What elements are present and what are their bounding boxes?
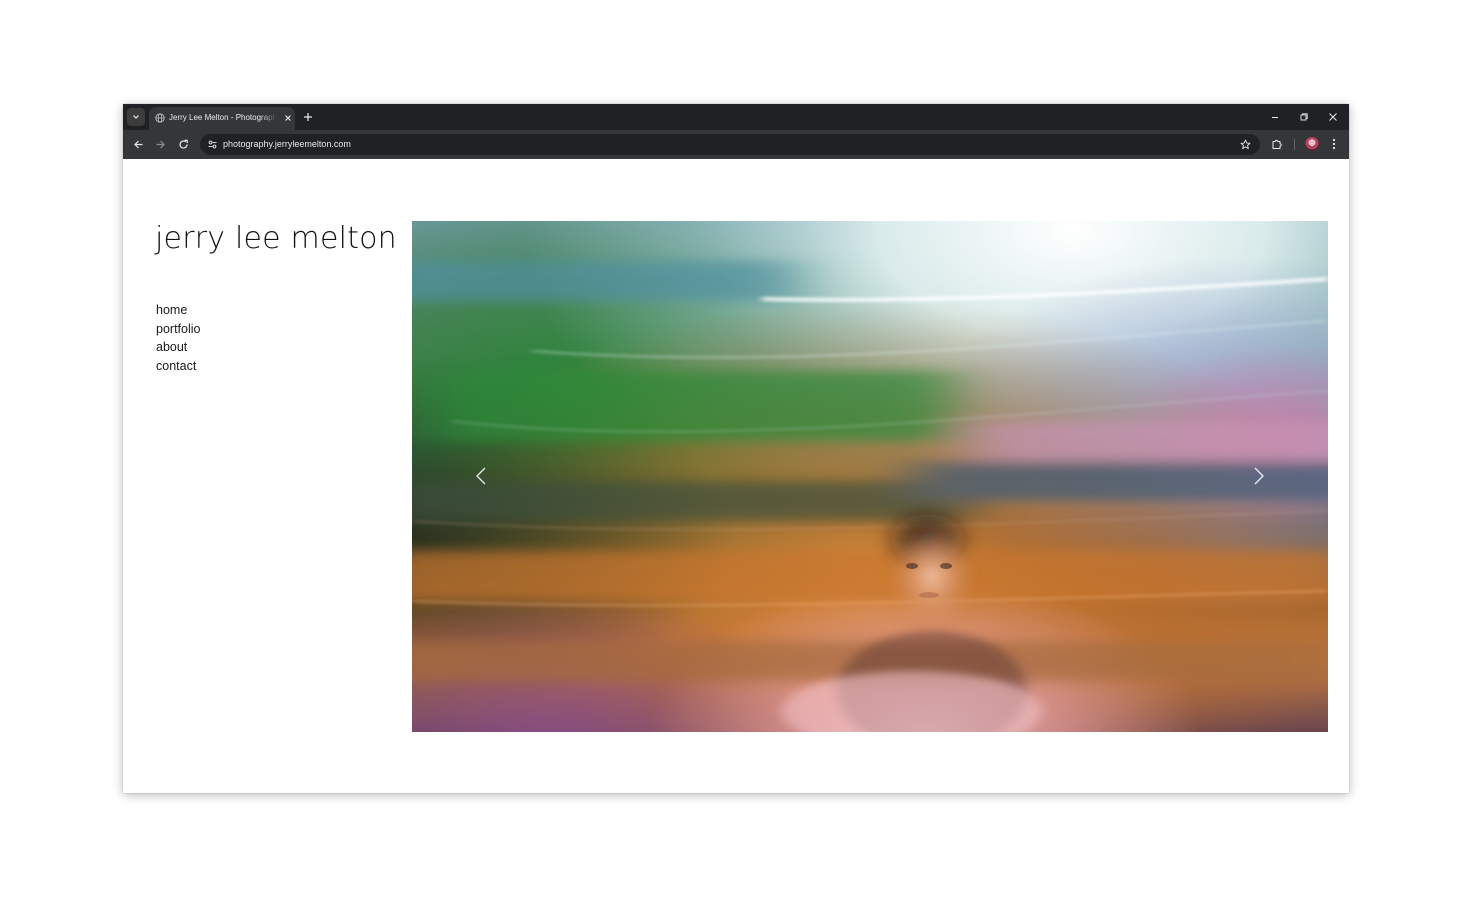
- forward-button[interactable]: [152, 136, 168, 152]
- chevron-right-icon: [1254, 467, 1264, 485]
- star-icon: [1240, 139, 1251, 150]
- url-text[interactable]: photography.jerryleemelton.com: [223, 138, 351, 151]
- site-title[interactable]: jerry lee melton: [155, 221, 397, 257]
- chevron-left-icon: [476, 467, 486, 485]
- restore-button[interactable]: [1297, 110, 1311, 124]
- browser-toolbar: photography.jerryleemelton.com: [123, 130, 1349, 159]
- tab-strip: Jerry Lee Melton - Photographer: [123, 104, 1349, 130]
- slideshow-prev-button[interactable]: [473, 464, 489, 488]
- arrow-right-icon: [156, 140, 165, 148]
- close-icon: [285, 115, 291, 121]
- chevron-down-icon: [133, 115, 139, 119]
- arrow-left-icon: [133, 140, 142, 148]
- close-icon: [1329, 113, 1337, 121]
- web-page: jerry lee melton home portfolio about co…: [123, 159, 1349, 793]
- tab-title: Jerry Lee Melton - Photographer: [169, 113, 277, 122]
- back-button[interactable]: [130, 136, 146, 152]
- photo-slideshow[interactable]: [412, 221, 1328, 732]
- browser-window: Jerry Lee Melton - Photographer photogra…: [123, 104, 1349, 793]
- slide-photo: [412, 221, 1328, 732]
- browser-menu-button[interactable]: [1326, 136, 1342, 152]
- reload-button[interactable]: [175, 136, 191, 152]
- minimize-button[interactable]: [1268, 110, 1282, 124]
- nav-item-about[interactable]: about: [156, 338, 200, 357]
- address-bar[interactable]: photography.jerryleemelton.com: [200, 134, 1260, 155]
- nav-item-portfolio[interactable]: portfolio: [156, 320, 200, 339]
- tune-icon: [208, 140, 217, 149]
- globe-icon: [155, 113, 165, 123]
- more-vertical-icon: [1332, 138, 1336, 150]
- minimize-icon: [1272, 117, 1278, 118]
- plus-icon: [304, 113, 312, 121]
- tab-search-button[interactable]: [127, 108, 145, 126]
- close-window-button[interactable]: [1326, 110, 1340, 124]
- site-info-button[interactable]: [206, 138, 219, 151]
- tab-close-button[interactable]: [282, 112, 294, 124]
- restore-icon: [1300, 113, 1308, 121]
- bookmark-button[interactable]: [1239, 138, 1252, 151]
- reload-icon: [178, 139, 188, 149]
- toolbar-divider: [1294, 139, 1295, 150]
- new-tab-button[interactable]: [301, 110, 315, 124]
- extensions-button[interactable]: [1269, 136, 1285, 152]
- puzzle-icon: [1272, 139, 1282, 149]
- browser-tab[interactable]: Jerry Lee Melton - Photographer: [149, 107, 295, 130]
- main-nav: home portfolio about contact: [156, 301, 200, 375]
- profile-avatar[interactable]: [1305, 137, 1319, 151]
- nav-item-contact[interactable]: contact: [156, 357, 200, 376]
- slideshow-next-button[interactable]: [1251, 464, 1267, 488]
- nav-item-home[interactable]: home: [156, 301, 200, 320]
